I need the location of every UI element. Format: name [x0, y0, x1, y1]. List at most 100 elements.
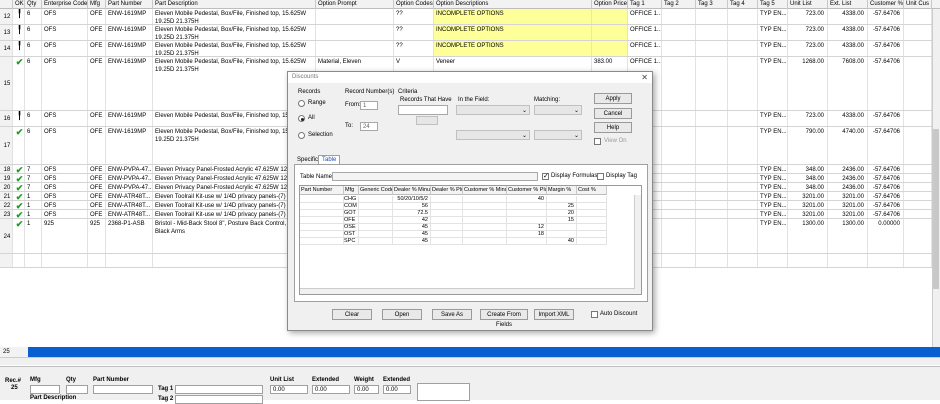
table-column-header[interactable]: Generic Code [359, 186, 393, 195]
table-cell-cminus[interactable] [463, 196, 507, 203]
grid-horizontal-scrollbar[interactable] [0, 357, 940, 365]
table-cell-cost[interactable] [577, 224, 607, 231]
cancel-button[interactable]: Cancel [594, 108, 632, 119]
table-row[interactable]: 14 ╿ 6 OFS OFE ENW-1619MP Eleven Mobile Pedest… [0, 41, 940, 57]
table-column-header[interactable]: Customer % Plus [507, 186, 547, 195]
matching-select-2[interactable]: ⌄ [534, 130, 582, 140]
table-cell-margin[interactable]: 15 [547, 217, 577, 224]
table-column-header[interactable]: Cost % [577, 186, 607, 195]
table-cell-cminus[interactable] [463, 224, 507, 231]
column-header[interactable]: Unit Cus [904, 0, 932, 9]
table-cell-mfg[interactable]: OFE [344, 217, 359, 224]
display-formulas-checkbox[interactable]: ✓ [542, 173, 549, 180]
table-cell-cost[interactable] [577, 210, 607, 217]
extended-field[interactable]: 0.00 [312, 385, 350, 394]
column-header[interactable]: Tag 4 [728, 0, 758, 9]
table-cell-dplus[interactable] [431, 203, 463, 210]
table-cell-dminus[interactable]: 42 [393, 217, 431, 224]
field-select[interactable]: ⌄ [456, 105, 530, 115]
to-input[interactable]: 24 [360, 122, 378, 131]
column-header[interactable]: Option Descriptions [434, 0, 592, 9]
view-on-checkbox[interactable] [594, 138, 601, 145]
display-tag-checkbox[interactable] [597, 173, 604, 180]
table-cell-dminus[interactable]: 45 [393, 224, 431, 231]
table-vertical-scrollbar[interactable] [634, 195, 641, 294]
column-header[interactable] [0, 0, 13, 9]
selection-radio[interactable] [298, 132, 305, 139]
all-radio[interactable] [298, 115, 305, 122]
column-header[interactable]: Mfg [88, 0, 106, 9]
table-cell-cost[interactable] [577, 238, 607, 245]
table-cell-cost[interactable] [577, 217, 607, 224]
apply-button[interactable]: Apply [594, 93, 632, 104]
table-name-input[interactable] [332, 172, 538, 181]
table-cell-mfg[interactable]: CHG [344, 196, 359, 203]
table-cell-dplus[interactable] [431, 210, 463, 217]
import-xml-button[interactable]: Import XML [534, 309, 574, 320]
table-cell-dminus[interactable]: 45 [393, 231, 431, 238]
table-cell-cminus[interactable] [463, 217, 507, 224]
table-cell-cost[interactable] [577, 203, 607, 210]
table-cell-part[interactable] [300, 203, 344, 210]
table-cell-cost[interactable] [577, 231, 607, 238]
part-number-field[interactable] [93, 385, 153, 394]
table-cell-dminus[interactable]: 50/20/10/5/2 [393, 196, 431, 203]
table-cell-cplus[interactable]: 18 [507, 231, 547, 238]
table-cell-cplus[interactable] [507, 217, 547, 224]
table-cell-cplus[interactable] [507, 238, 547, 245]
column-header[interactable]: Option Prompt [316, 0, 394, 9]
table-cell-part[interactable] [300, 224, 344, 231]
table-cell-margin[interactable]: 40 [547, 238, 577, 245]
table-cell-gen[interactable] [359, 210, 393, 217]
table-cell-dplus[interactable] [431, 238, 463, 245]
table-cell-margin[interactable] [547, 231, 577, 238]
field-select-2[interactable]: ⌄ [456, 130, 530, 140]
table-cell-dminus[interactable]: 56 [393, 203, 431, 210]
table-column-header[interactable]: Customer % Minus [463, 186, 507, 195]
criteria-action-button[interactable] [416, 116, 438, 125]
help-button[interactable]: Help [594, 122, 632, 133]
table-cell-part[interactable] [300, 196, 344, 203]
column-header[interactable]: Tag 2 [662, 0, 696, 9]
table-cell-mfg[interactable]: OST [344, 231, 359, 238]
column-header[interactable]: Option Codes [394, 0, 434, 9]
table-cell-cplus[interactable]: 12 [507, 224, 547, 231]
table-cell-gen[interactable] [359, 196, 393, 203]
table-row[interactable]: 12 ╿ 6 OFS OFE ENW-1619MP Eleven Mobile Pedest… [0, 9, 940, 25]
column-header[interactable]: Tag 1 [628, 0, 662, 9]
column-header[interactable]: Part Description [153, 0, 316, 9]
table-cell-cplus[interactable]: 40 [507, 196, 547, 203]
column-header[interactable]: OK [13, 0, 25, 9]
column-header[interactable]: Unit List [788, 0, 828, 9]
table-cell-dplus[interactable] [431, 224, 463, 231]
table-cell-dminus[interactable]: 45 [393, 238, 431, 245]
table-cell-part[interactable] [300, 217, 344, 224]
weight-field[interactable]: 0.00 [354, 385, 379, 394]
table-cell-cminus[interactable] [463, 203, 507, 210]
scrollbar-thumb[interactable] [933, 129, 939, 289]
table-column-header[interactable]: Dealer % Minus [393, 186, 431, 195]
table-cell-part[interactable] [300, 210, 344, 217]
mfg-field[interactable] [30, 385, 60, 394]
grid-vertical-scrollbar[interactable] [932, 9, 940, 347]
close-icon[interactable]: ✕ [641, 72, 648, 83]
table-cell-cminus[interactable] [463, 231, 507, 238]
table-cell-dminus[interactable]: 72.5 [393, 210, 431, 217]
table-cell-mfg[interactable]: COM [344, 203, 359, 210]
table-cell-mfg[interactable]: GOT [344, 210, 359, 217]
table-column-header[interactable]: Part Number [300, 186, 344, 195]
column-header[interactable]: Tag 5 [758, 0, 788, 9]
table-cell-margin[interactable] [547, 196, 577, 203]
table-cell-gen[interactable] [359, 224, 393, 231]
table-cell-cminus[interactable] [463, 238, 507, 245]
column-header[interactable]: Qty [25, 0, 42, 9]
table-cell-gen[interactable] [359, 238, 393, 245]
table-cell-dplus[interactable] [431, 231, 463, 238]
column-header[interactable]: Customer % [868, 0, 904, 9]
table-column-header[interactable]: Margin % [547, 186, 577, 195]
open-button[interactable]: Open [382, 309, 422, 320]
selected-row[interactable]: 25 [0, 347, 940, 357]
range-radio[interactable] [298, 100, 305, 107]
table-cell-margin[interactable] [547, 224, 577, 231]
table-column-header[interactable]: Mfg [344, 186, 359, 195]
